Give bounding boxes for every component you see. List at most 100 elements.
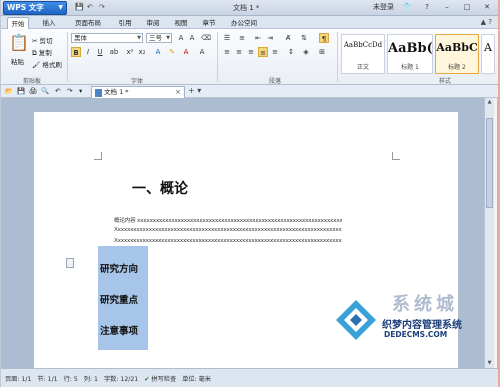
shrink-font-icon[interactable]: A bbox=[187, 33, 197, 43]
status-unit[interactable]: 单位: 毫米 bbox=[182, 374, 211, 383]
tab-insert[interactable]: 插入 bbox=[39, 17, 59, 29]
new-tab-icon[interactable]: + ▾ bbox=[188, 86, 201, 95]
document-tab-label: 文档 1 * bbox=[104, 88, 129, 96]
close-icon[interactable]: ✕ bbox=[480, 1, 494, 13]
bullet-list-icon[interactable]: ☰ bbox=[222, 33, 232, 43]
save-icon[interactable]: 💾 bbox=[75, 3, 84, 11]
undo-icon[interactable]: ↶ bbox=[55, 87, 60, 95]
style-more[interactable]: A bbox=[481, 34, 495, 74]
heading-2[interactable]: 注意事项 bbox=[100, 323, 138, 337]
grow-font-icon[interactable]: A bbox=[176, 33, 186, 43]
align-right-icon[interactable]: ≡ bbox=[246, 47, 256, 57]
watermark-logo-icon bbox=[336, 300, 376, 340]
help-icon[interactable]: ? bbox=[420, 1, 434, 13]
tab-chapter[interactable]: 章节 bbox=[199, 17, 219, 29]
style-heading-2[interactable]: AaBbC 标题 2 bbox=[435, 34, 479, 74]
status-words[interactable]: 字数: 12/21 bbox=[104, 374, 138, 383]
superscript-icon[interactable]: x² bbox=[125, 47, 135, 57]
body-line[interactable]: Xxxxxxxxxxxxxxxxxxxxxxxxxxxxxxxxxxxxxxxx… bbox=[114, 238, 342, 244]
char-border-icon[interactable]: A bbox=[197, 47, 207, 57]
paste-label[interactable]: 粘贴 bbox=[11, 56, 24, 66]
login-status[interactable]: 未登录 bbox=[373, 2, 394, 12]
open-icon[interactable]: 📂 bbox=[5, 87, 13, 95]
ribbon-toggle-icon[interactable]: ▲ ? bbox=[481, 18, 492, 26]
spell-check-label: 拼写检查 bbox=[151, 375, 177, 383]
spell-check-status[interactable]: ✔ 拼写检查 bbox=[144, 374, 176, 383]
style-sample: A bbox=[484, 41, 492, 54]
watermark-big-text: 系统城 bbox=[392, 294, 458, 315]
asian-layout-icon[interactable]: Ⱥ bbox=[283, 33, 293, 43]
watermark-title: 织梦内容管理系统 bbox=[382, 320, 462, 331]
numbered-list-icon[interactable]: ≡ bbox=[237, 33, 247, 43]
close-icon[interactable]: × bbox=[175, 87, 181, 98]
highlight-icon[interactable]: ✎ bbox=[167, 47, 177, 57]
heading-2[interactable]: 研究重点 bbox=[100, 292, 138, 306]
document-tab[interactable]: 文档 1 * × bbox=[91, 86, 185, 98]
underline-icon[interactable]: U bbox=[95, 47, 105, 57]
format-painter-button[interactable]: 🖌 格式刷 bbox=[32, 59, 62, 69]
wps-menu-button[interactable]: WPS 文字 ▼ bbox=[3, 1, 67, 15]
divider bbox=[217, 32, 218, 82]
chevron-down-icon[interactable]: ▾ bbox=[79, 87, 82, 95]
minimize-icon[interactable]: – bbox=[440, 1, 454, 13]
italic-icon[interactable]: I bbox=[83, 47, 93, 57]
status-col: 列: 1 bbox=[83, 375, 98, 383]
justify-icon[interactable]: ≡ bbox=[258, 47, 268, 57]
borders-icon[interactable]: ⊞ bbox=[317, 47, 327, 57]
scroll-up-icon[interactable]: ▲ bbox=[485, 98, 494, 107]
vertical-scrollbar[interactable]: ▲ ▼ bbox=[484, 98, 494, 368]
clear-format-icon[interactable]: ⌫ bbox=[201, 33, 211, 43]
distribute-icon[interactable]: ≡ bbox=[270, 47, 280, 57]
paragraph-group-label: 段落 bbox=[269, 78, 282, 85]
tab-view[interactable]: 视图 bbox=[171, 17, 191, 29]
tab-review[interactable]: 审阅 bbox=[143, 17, 163, 29]
heading-1[interactable]: 一、概论 bbox=[132, 178, 188, 198]
align-center-icon[interactable]: ≡ bbox=[234, 47, 244, 57]
style-heading-1[interactable]: AaBb( 标题 1 bbox=[387, 34, 433, 74]
strikethrough-icon[interactable]: ab bbox=[109, 47, 119, 57]
align-left-icon[interactable]: ≡ bbox=[222, 47, 232, 57]
tab-page-layout[interactable]: 页面布局 bbox=[71, 17, 105, 29]
show-marks-icon[interactable]: ¶ bbox=[319, 33, 329, 43]
print-preview-icon[interactable]: 🔍 bbox=[41, 87, 49, 95]
scrollbar-thumb[interactable] bbox=[486, 118, 493, 208]
body-line[interactable]: Xxxxxxxxxxxxxxxxxxxxxxxxxxxxxxxxxxxxxxxx… bbox=[114, 227, 342, 233]
status-row: 行: 5 bbox=[63, 375, 78, 383]
maximize-icon[interactable]: □ bbox=[460, 1, 474, 13]
status-bar: 页面: 1/1 节: 1/1 行: 5 列: 1 字数: 12/21 ✔ 拼写检… bbox=[1, 368, 498, 387]
subscript-icon[interactable]: x₂ bbox=[137, 47, 147, 57]
body-line[interactable]: 概论内容 xxxxxxxxxxxxxxxxxxxxxxxxxxxxxxxxxxx… bbox=[114, 216, 342, 224]
decrease-indent-icon[interactable]: ⇤ bbox=[253, 33, 263, 43]
paste-icon[interactable]: 📋 bbox=[9, 33, 29, 52]
style-normal[interactable]: AaBbCcDd 正文 bbox=[341, 34, 385, 74]
paragraph-marker-icon bbox=[66, 258, 74, 268]
save-icon[interactable]: 💾 bbox=[17, 87, 25, 95]
quick-toolbar: 📂 💾 🖨 🔍 ↶ ↷ ▾ 文档 1 * × + ▾ bbox=[1, 85, 498, 98]
scroll-down-icon[interactable]: ▼ bbox=[485, 359, 494, 368]
text-effect-icon[interactable]: A bbox=[153, 47, 163, 57]
font-name-select[interactable]: 黑体 ▼ bbox=[71, 33, 143, 43]
bold-icon[interactable]: B bbox=[71, 47, 81, 57]
document-area[interactable]: 一、概论 概论内容 xxxxxxxxxxxxxxxxxxxxxxxxxxxxxx… bbox=[1, 98, 488, 368]
undo-icon[interactable]: ↶ bbox=[87, 3, 93, 11]
app-window: WPS 文字 ▼ 💾 ↶ ↷ 文档 1 * 未登录 👕 ? – □ ✕ 开始 插… bbox=[0, 0, 500, 387]
heading-2[interactable]: 研究方向 bbox=[100, 261, 138, 275]
skin-icon[interactable]: 👕 bbox=[400, 1, 414, 13]
tab-start[interactable]: 开始 bbox=[7, 17, 29, 29]
print-icon[interactable]: 🖨 bbox=[29, 87, 37, 95]
shading-icon[interactable]: ◈ bbox=[301, 47, 311, 57]
sort-icon[interactable]: ⇅ bbox=[299, 33, 309, 43]
copy-button[interactable]: ⧉ 复制 bbox=[32, 47, 52, 58]
style-sample: AaBbCcDd bbox=[343, 41, 383, 49]
redo-icon[interactable]: ↷ bbox=[67, 87, 72, 95]
font-color-icon[interactable]: A bbox=[181, 47, 191, 57]
line-spacing-icon[interactable]: ↕ bbox=[286, 47, 296, 57]
redo-icon[interactable]: ↷ bbox=[99, 3, 105, 11]
cut-button[interactable]: ✂ 剪切 bbox=[32, 35, 53, 45]
increase-indent-icon[interactable]: ⇥ bbox=[265, 33, 275, 43]
status-page[interactable]: 页面: 1/1 bbox=[5, 374, 31, 383]
tab-references[interactable]: 引用 bbox=[115, 17, 135, 29]
tab-office-space[interactable]: 办公空间 bbox=[227, 17, 261, 29]
font-size-select[interactable]: 三号 ▼ bbox=[146, 33, 172, 43]
chevron-down-icon: ▼ bbox=[58, 4, 63, 11]
